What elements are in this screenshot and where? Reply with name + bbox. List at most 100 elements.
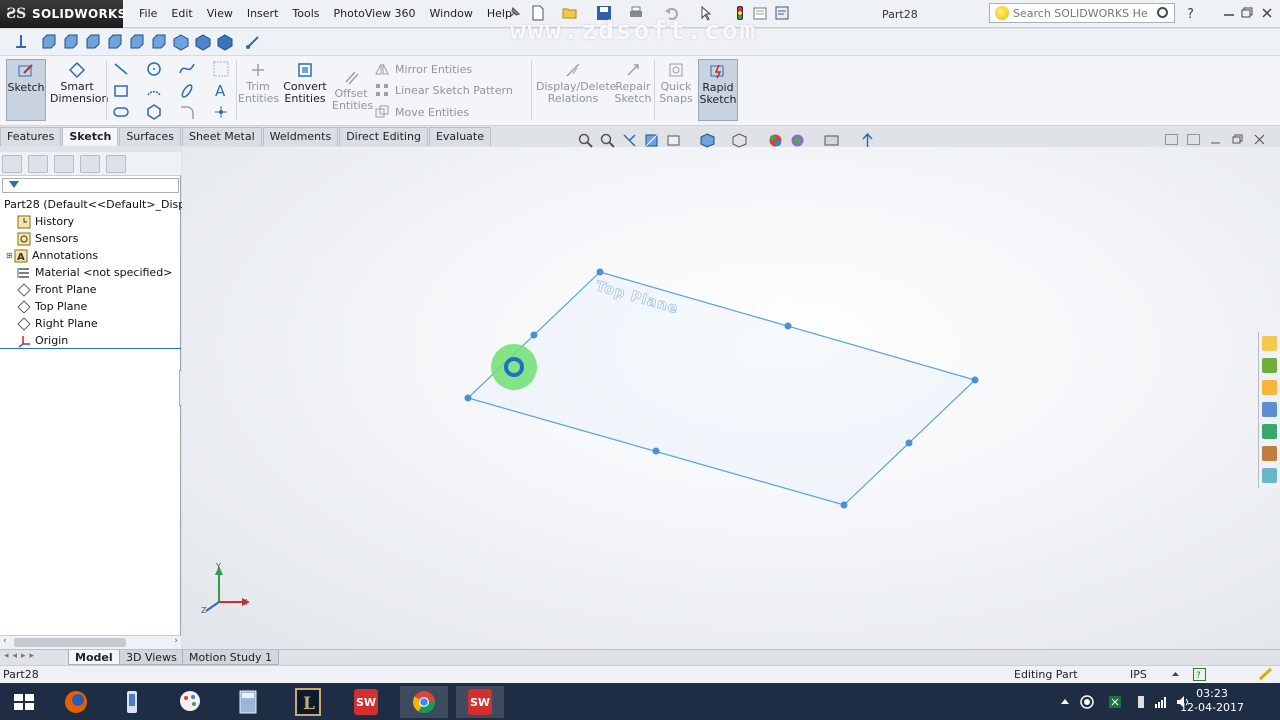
apply-scene-icon[interactable] xyxy=(824,133,839,148)
tree-item-material[interactable]: Material <not specified> xyxy=(0,264,181,281)
league-app-icon[interactable]: L xyxy=(284,686,332,718)
rebuild-status-icon[interactable] xyxy=(1259,668,1273,681)
section-view-icon[interactable] xyxy=(644,133,659,148)
tray-record-icon[interactable] xyxy=(1080,695,1094,709)
display-style-icon[interactable] xyxy=(732,133,747,148)
help-search-input[interactable] xyxy=(1013,6,1147,20)
convert-entities-button[interactable]: Convert Entities xyxy=(282,59,328,121)
tree-horizontal-scrollbar[interactable]: ‹ › xyxy=(0,635,181,649)
menu-tools[interactable]: Tools xyxy=(285,6,326,21)
calculator-icon[interactable] xyxy=(224,686,272,718)
custom-properties-icon[interactable] xyxy=(1262,446,1277,461)
tab-evaluate[interactable]: Evaluate xyxy=(428,127,491,146)
smart-dimension-button[interactable]: Smart Dimension xyxy=(50,59,108,121)
close-icon[interactable] xyxy=(1260,7,1274,19)
ellipse-tool-icon[interactable] xyxy=(179,83,195,99)
view-right-icon[interactable] xyxy=(106,33,124,51)
tree-item-right-plane[interactable]: Right Plane xyxy=(0,315,181,332)
fillet-tool-icon[interactable] xyxy=(179,104,195,120)
quick-tips-icon[interactable]: ? xyxy=(1193,668,1206,681)
graphics-restore-icon[interactable] xyxy=(1231,134,1244,145)
plane-corner-handle[interactable] xyxy=(464,394,472,402)
plane-edge-handle[interactable] xyxy=(530,331,538,339)
restore-icon[interactable] xyxy=(1240,7,1254,19)
units-menu-arrow-icon[interactable] xyxy=(1171,670,1180,679)
pin-icon[interactable] xyxy=(506,5,522,21)
appearances-icon[interactable] xyxy=(1262,424,1277,439)
hide-show-items-icon[interactable] xyxy=(768,133,783,148)
edit-appearance-icon[interactable] xyxy=(790,133,805,148)
zoom-to-fit-icon[interactable] xyxy=(578,133,593,148)
viewport-split-icon[interactable] xyxy=(1187,134,1200,145)
help-question-icon[interactable]: ? xyxy=(1184,5,1200,21)
paint-app-icon[interactable] xyxy=(166,686,214,718)
tree-item-front-plane[interactable]: Front Plane xyxy=(0,281,181,298)
minimize-icon[interactable] xyxy=(1222,7,1236,19)
solidworks-logo[interactable]: ƧS SOLIDWORKS xyxy=(0,0,126,28)
tree-item-annotations[interactable]: ⊞ A Annotations xyxy=(0,247,181,264)
tree-item-top-plane[interactable]: Top Plane xyxy=(0,298,181,315)
slot-tool-icon[interactable] xyxy=(113,104,129,120)
text-tool-icon[interactable]: A xyxy=(213,80,231,100)
tab-direct-editing[interactable]: Direct Editing xyxy=(339,127,428,146)
quick-snaps-button[interactable]: Quick Snaps xyxy=(658,59,694,121)
display-delete-relations-button[interactable]: Display/Delete Relations xyxy=(536,59,616,121)
tab-surfaces[interactable]: Surfaces xyxy=(119,127,181,146)
menu-edit[interactable]: Edit xyxy=(164,6,199,21)
solidworks-forum-icon[interactable] xyxy=(1262,468,1277,483)
feature-tree-tab-icon[interactable] xyxy=(2,155,22,173)
firefox-icon[interactable] xyxy=(52,686,100,718)
design-library-icon[interactable] xyxy=(1262,358,1277,373)
polygon-tool-icon[interactable] xyxy=(146,104,162,120)
tray-network-icon[interactable] xyxy=(1154,695,1168,709)
tab-motion-study[interactable]: Motion Study 1 xyxy=(182,650,280,665)
plane-edge-handle[interactable] xyxy=(784,322,792,330)
expand-icon[interactable]: ⊞ xyxy=(6,251,14,260)
normal-to-icon[interactable] xyxy=(12,33,30,51)
open-folder-icon[interactable] xyxy=(562,5,578,21)
viewport-single-icon[interactable] xyxy=(1165,134,1178,145)
menu-photoview[interactable]: PhotoView 360 xyxy=(327,6,423,21)
graphics-area[interactable]: Top Plane Y X Z xyxy=(182,147,1280,649)
file-properties-icon[interactable] xyxy=(752,5,768,21)
tab-sketch[interactable]: Sketch xyxy=(62,127,119,146)
menu-insert[interactable]: Insert xyxy=(240,6,286,21)
status-units[interactable]: IPS xyxy=(1130,668,1147,681)
tab-scroll-arrows-icon[interactable]: ◂◂▸▸ xyxy=(4,651,38,661)
options-icon[interactable] xyxy=(774,5,790,21)
menu-window[interactable]: Window xyxy=(423,6,480,21)
zoom-to-area-icon[interactable] xyxy=(600,133,615,148)
linear-sketch-pattern-button[interactable]: Linear Sketch Pattern xyxy=(375,83,513,97)
select-arrow-icon[interactable] xyxy=(698,5,714,21)
plane-corner-handle[interactable] xyxy=(971,376,979,384)
tree-item-part[interactable]: Part28 (Default<<Default>_Disp xyxy=(0,196,185,213)
repair-sketch-button[interactable]: Repair Sketch xyxy=(614,59,652,121)
view-trimetric-icon[interactable] xyxy=(194,33,212,51)
view-left-icon[interactable] xyxy=(84,33,102,51)
configuration-manager-tab-icon[interactable] xyxy=(54,155,74,173)
view-settings-icon[interactable] xyxy=(860,133,875,148)
scroll-left-icon[interactable]: ‹ xyxy=(3,636,7,646)
view-front-icon[interactable] xyxy=(40,33,58,51)
rapid-sketch-button[interactable]: Rapid Sketch xyxy=(698,59,738,121)
scroll-right-icon[interactable]: › xyxy=(174,636,178,646)
plane-corner-handle[interactable] xyxy=(596,268,604,276)
mirror-entities-button[interactable]: Mirror Entities xyxy=(375,62,472,76)
solidworks-resources-icon[interactable] xyxy=(1262,336,1277,351)
menu-view[interactable]: View xyxy=(200,6,240,21)
phone-app-icon[interactable] xyxy=(108,686,156,718)
graphics-minimize-icon[interactable] xyxy=(1209,134,1222,145)
help-search-box[interactable] xyxy=(989,3,1175,23)
plane-edge-handle[interactable] xyxy=(652,447,660,455)
taskbar-clock[interactable]: 03:23 12-04-2017 xyxy=(1180,687,1244,715)
sketch-grid-icon[interactable] xyxy=(213,61,229,77)
tray-usb-icon[interactable] xyxy=(1134,695,1148,709)
move-entities-button[interactable]: Move Entities xyxy=(375,105,469,119)
tab-model[interactable]: Model xyxy=(68,650,120,665)
view-bottom-icon[interactable] xyxy=(150,33,168,51)
view-orientation-icon[interactable] xyxy=(700,133,715,148)
view-top-icon[interactable] xyxy=(128,33,146,51)
tray-excel-icon[interactable] xyxy=(1108,695,1122,709)
view-dimetric-icon[interactable] xyxy=(216,33,234,51)
view-isometric-icon[interactable] xyxy=(172,33,190,51)
